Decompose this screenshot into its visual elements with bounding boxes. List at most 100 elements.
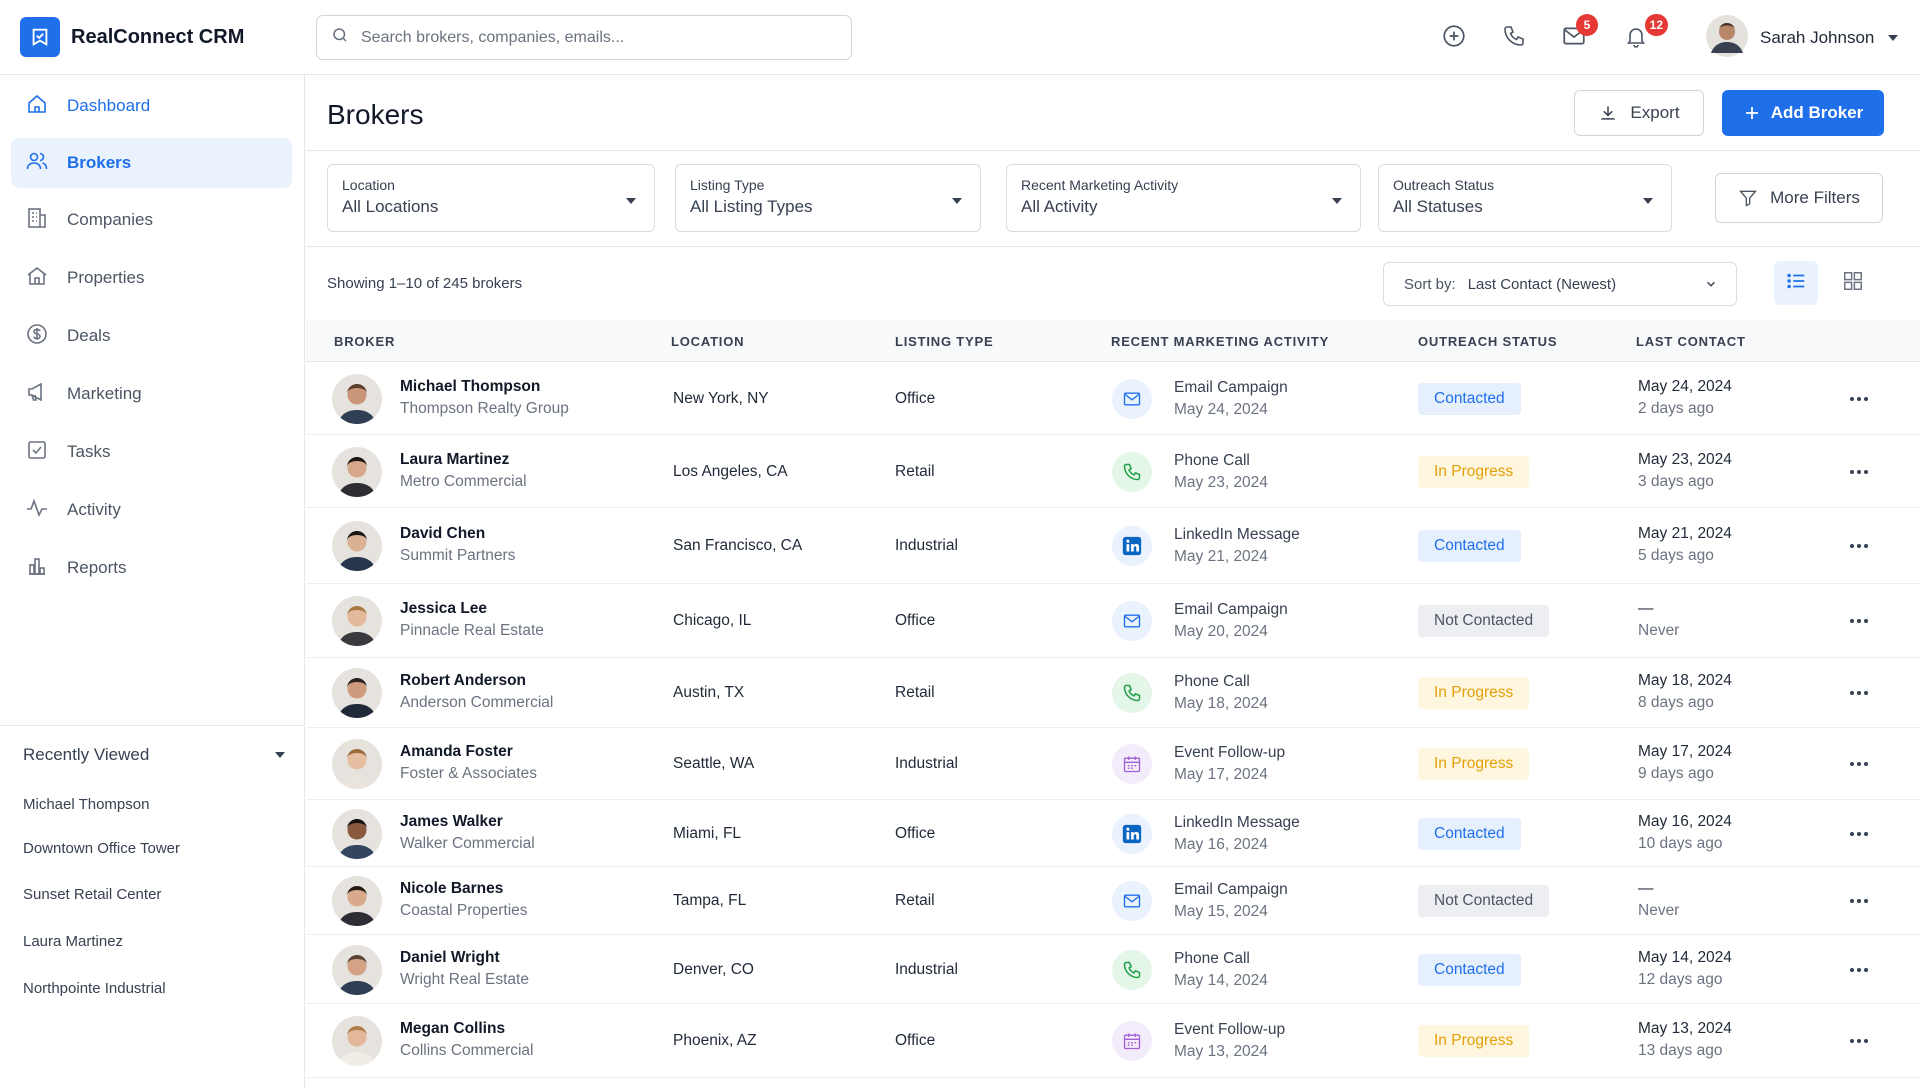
column-header-location[interactable]: LOCATION — [671, 334, 744, 349]
more-horizontal-icon — [1850, 1039, 1868, 1043]
row-actions-button[interactable] — [1844, 387, 1874, 411]
broker-name[interactable]: Jessica Lee — [400, 600, 487, 618]
building-icon — [25, 206, 49, 235]
header-divider — [306, 150, 1920, 151]
broker-location: Miami, FL — [673, 825, 742, 842]
sidebar-item-reports[interactable]: Reports — [11, 543, 292, 593]
broker-company: Anderson Commercial — [400, 694, 554, 711]
broker-name[interactable]: Michael Thompson — [400, 378, 540, 396]
row-actions-button[interactable] — [1844, 1029, 1874, 1053]
sidebar-item-companies[interactable]: Companies — [11, 195, 292, 245]
last-contact-relative: 9 days ago — [1638, 765, 1714, 782]
table-row[interactable]: David Chen Summit Partners San Francisco, … — [306, 508, 1920, 584]
last-contact-relative: 8 days ago — [1638, 694, 1714, 711]
listing-type: Office — [895, 825, 936, 842]
add-broker-button[interactable]: Add Broker — [1722, 90, 1884, 136]
outreach-status-filter[interactable]: Outreach Status All Statuses — [1378, 164, 1672, 232]
last-contact-date: May 23, 2024 — [1638, 451, 1732, 468]
broker-name[interactable]: Robert Anderson — [400, 672, 526, 690]
broker-name[interactable]: James Walker — [400, 813, 503, 831]
row-actions-button[interactable] — [1844, 889, 1874, 913]
row-actions-button[interactable] — [1844, 752, 1874, 776]
user-menu[interactable]: Sarah Johnson — [1706, 14, 1899, 60]
sidebar-item-properties[interactable]: Properties — [11, 253, 292, 303]
table-row[interactable]: Michael Thompson Thompson Realty Group New… — [306, 362, 1920, 435]
notifications-button[interactable]: 12 — [1618, 14, 1668, 56]
broker-name[interactable]: Laura Martinez — [400, 451, 509, 469]
export-button[interactable]: Export — [1574, 90, 1704, 136]
table-row[interactable]: Laura Martinez Metro Commercial Los Angele… — [306, 435, 1920, 508]
table-row[interactable]: James Walker Walker Commercial Miami, FL Of… — [306, 800, 1920, 867]
row-actions-button[interactable] — [1844, 681, 1874, 705]
listing-type-filter[interactable]: Listing Type All Listing Types — [675, 164, 981, 232]
recent-item[interactable]: Michael Thompson — [23, 796, 149, 813]
mail-button[interactable]: 5 — [1556, 14, 1598, 56]
broker-company: Thompson Realty Group — [400, 400, 569, 417]
sidebar-item-deals[interactable]: Deals — [11, 311, 292, 361]
row-actions-button[interactable] — [1844, 534, 1874, 558]
plus-circle-icon — [1441, 23, 1467, 54]
filter-label: Recent Marketing Activity — [1021, 177, 1179, 193]
sidebar-item-tasks[interactable]: Tasks — [11, 427, 292, 477]
broker-name[interactable]: Daniel Wright — [400, 949, 500, 967]
row-actions-button[interactable] — [1844, 460, 1874, 484]
sort-select[interactable]: Sort by: Last Contact (Newest) — [1383, 262, 1737, 306]
column-header-broker[interactable]: BROKER — [334, 334, 395, 349]
more-horizontal-icon — [1850, 397, 1868, 401]
phone-button[interactable] — [1496, 20, 1532, 56]
listing-type: Retail — [895, 684, 935, 701]
home-icon — [25, 92, 49, 121]
recently-viewed-toggle[interactable]: Recently Viewed — [23, 745, 285, 765]
broker-name[interactable]: Amanda Foster — [400, 743, 513, 761]
row-actions-button[interactable] — [1844, 609, 1874, 633]
table-row[interactable]: Daniel Wright Wright Real Estate Denver, C… — [306, 935, 1920, 1004]
row-actions-button[interactable] — [1844, 958, 1874, 982]
filter-value: All Statuses — [1393, 197, 1483, 216]
column-header-marketing-activity[interactable]: RECENT MARKETING ACTIVITY — [1111, 334, 1329, 349]
recent-item[interactable]: Northpointe Industrial — [23, 980, 166, 997]
table-row[interactable]: Amanda Foster Foster & Associates Seattle,… — [306, 728, 1920, 800]
row-actions-button[interactable] — [1844, 822, 1874, 846]
marketing-activity-filter[interactable]: Recent Marketing Activity All Activity — [1006, 164, 1361, 232]
recent-item[interactable]: Laura Martinez — [23, 933, 123, 950]
column-header-last-contact[interactable]: LAST CONTACT — [1636, 334, 1746, 349]
brand[interactable]: RealConnect CRM — [20, 17, 244, 57]
column-header-outreach-status[interactable]: OUTREACH STATUS — [1418, 334, 1557, 349]
table-row[interactable]: Jessica Lee Pinnacle Real Estate Chicago, … — [306, 584, 1920, 658]
dollar-icon — [25, 322, 49, 351]
recent-item[interactable]: Sunset Retail Center — [23, 886, 161, 903]
location-filter[interactable]: Location All Locations — [327, 164, 655, 232]
search-input[interactable] — [361, 28, 821, 47]
chevron-down-icon — [1704, 277, 1718, 296]
grid-view-button[interactable] — [1831, 261, 1875, 305]
add-new-button[interactable] — [1436, 20, 1472, 56]
list-view-button[interactable] — [1774, 261, 1818, 305]
more-horizontal-icon — [1850, 968, 1868, 972]
recent-item[interactable]: Downtown Office Tower — [23, 840, 180, 857]
table-row[interactable]: Nicole Barnes Coastal Properties Tampa, FL… — [306, 867, 1920, 935]
table-row[interactable]: Robert Anderson Anderson Commercial Austin… — [306, 658, 1920, 728]
linkedin-icon — [1112, 526, 1152, 566]
pulse-icon — [25, 496, 49, 525]
plus-icon — [1743, 104, 1761, 122]
status-badge: Contacted — [1418, 818, 1521, 850]
last-contact-date: May 18, 2024 — [1638, 672, 1732, 689]
activity-title: Phone Call — [1174, 950, 1250, 967]
table-row[interactable]: Megan Collins Collins Commercial Phoenix, … — [306, 1004, 1920, 1078]
sidebar-item-activity[interactable]: Activity — [11, 485, 292, 535]
status-badge: In Progress — [1418, 1025, 1530, 1057]
more-filters-button[interactable]: More Filters — [1715, 173, 1883, 223]
listing-type: Industrial — [895, 755, 958, 772]
more-horizontal-icon — [1850, 691, 1868, 695]
sidebar-item-label: Companies — [67, 210, 153, 229]
broker-name[interactable]: Nicole Barnes — [400, 880, 503, 898]
sidebar-item-brokers[interactable]: Brokers — [11, 138, 292, 188]
sidebar-item-marketing[interactable]: Marketing — [11, 369, 292, 419]
column-header-listing-type[interactable]: LISTING TYPE — [895, 334, 993, 349]
broker-name[interactable]: Megan Collins — [400, 1020, 505, 1038]
global-search[interactable] — [316, 15, 852, 60]
broker-name[interactable]: David Chen — [400, 525, 485, 543]
sidebar-item-dashboard[interactable]: Dashboard — [11, 81, 292, 131]
mail-count-badge: 5 — [1576, 14, 1598, 36]
caret-down-icon — [275, 752, 285, 758]
